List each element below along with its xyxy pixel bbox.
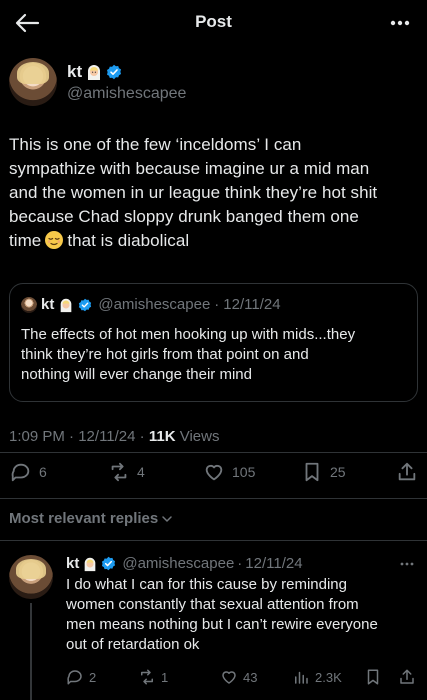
tweet-text-fragment: that is diabolical — [67, 231, 190, 250]
reply-repost-button[interactable]: 1 — [138, 668, 168, 686]
quoted-author-name: kt — [41, 296, 55, 313]
reply-button[interactable]: 6 — [10, 461, 47, 483]
reply-reply-count: 2 — [89, 669, 97, 685]
reply-header: kt @amishescapee · 12/11/24 — [66, 555, 303, 572]
verified-badge-icon — [106, 64, 122, 80]
heart-icon — [222, 671, 236, 684]
avatar — [21, 296, 37, 313]
reply-date[interactable]: 12/11/24 — [245, 555, 302, 572]
reply-repost-count: 1 — [161, 669, 169, 685]
reply-icon — [67, 670, 82, 685]
verified-badge-icon — [101, 556, 116, 571]
tweet-meta: 1:09 PM · 12/11/24 · 11K Views — [9, 428, 219, 445]
quoted-text-line: think they’re hot girls from that point … — [21, 346, 309, 363]
meta-separator: · — [69, 428, 75, 445]
divider — [0, 452, 427, 453]
bookmark-button[interactable]: 25 — [301, 461, 346, 483]
like-count: 105 — [232, 464, 256, 480]
like-button[interactable]: 105 — [203, 461, 255, 483]
quoted-handle: @amishescapee — [98, 296, 211, 313]
reply-text-line: out of retardation ok — [66, 636, 200, 653]
tweet-time[interactable]: 1:09 PM — [9, 428, 65, 445]
share-button[interactable] — [396, 461, 418, 483]
views-count: 11K — [148, 428, 176, 445]
quoted-text-line: nothing will ever change their mind — [21, 366, 252, 383]
tweet-actions: 6 4 105 25 — [0, 461, 427, 491]
reply-reply-button[interactable]: 2 — [66, 668, 96, 686]
quoted-tweet[interactable]: kt @amishescapee · 12/11/24 The effects … — [9, 283, 418, 402]
share-icon — [400, 669, 414, 684]
woman-with-veil-emoji-icon — [82, 556, 98, 572]
quoted-separator: · — [214, 296, 220, 313]
repost-button[interactable]: 4 — [108, 461, 145, 483]
bookmark-icon — [367, 669, 379, 685]
author-handle[interactable]: @amishescapee — [67, 85, 186, 103]
divider — [0, 498, 427, 499]
replies-sort-dropdown[interactable]: Most relevant replies — [9, 510, 173, 527]
repost-icon — [141, 669, 153, 685]
quoted-tweet-text: The effects of hot men hooking up with m… — [21, 325, 406, 385]
divider — [0, 540, 427, 541]
reply-share-button[interactable] — [398, 668, 416, 686]
chevron-down-icon — [162, 515, 172, 522]
views-label: Views — [179, 428, 220, 445]
reply-post[interactable]: kt @amishescapee · 12/11/24 I do what I … — [0, 543, 427, 700]
avatar[interactable] — [9, 555, 53, 599]
bookmark-icon — [305, 462, 319, 482]
reply-actions: 2 1 43 2.3K — [0, 668, 427, 690]
share-icon — [398, 462, 416, 481]
reply-text-line: women constantly that sexual attention f… — [66, 596, 359, 613]
meta-separator: · — [139, 428, 145, 445]
top-bar: Post — [0, 0, 427, 46]
reply-text: I do what I can for this cause by remind… — [66, 575, 416, 655]
reply-count: 6 — [39, 464, 47, 480]
reply-bookmark-button[interactable] — [364, 668, 382, 686]
quoted-date: 12/11/24 — [223, 296, 281, 313]
views-bar-chart-icon — [295, 671, 308, 684]
repost-count: 4 — [137, 464, 145, 480]
reply-views-button[interactable]: 2.3K — [292, 668, 342, 686]
reply-views-count: 2.3K — [315, 669, 342, 685]
more-options-icon[interactable] — [389, 14, 411, 32]
heart-icon — [205, 464, 223, 481]
reply-like-count: 43 — [243, 669, 258, 685]
reply-separator: · — [237, 555, 243, 572]
relieved-face-emoji-icon — [44, 230, 64, 250]
verified-badge-icon — [78, 298, 92, 312]
tweet-text-fragment: time — [9, 231, 42, 250]
tweet-text-line-last: time that is diabolical — [9, 229, 414, 253]
reply-text-line: I do what I can for this cause by remind… — [66, 576, 347, 593]
quoted-text-line: The effects of hot men hooking up with m… — [21, 326, 356, 343]
avatar[interactable] — [9, 58, 57, 106]
tweet-text-line: This is one of the few ‘inceldoms’ I can — [9, 135, 302, 154]
tweet-text-line: because Chad sloppy drunk banged them on… — [9, 207, 359, 226]
reply-handle[interactable]: @amishescapee — [122, 555, 234, 572]
woman-with-veil-emoji-icon — [58, 297, 74, 313]
page-title: Post — [195, 12, 232, 31]
woman-with-veil-emoji-icon — [85, 63, 103, 81]
tweet-author: kt @amishescapee — [9, 58, 409, 110]
reply-like-button[interactable]: 43 — [220, 668, 257, 686]
more-options-icon[interactable] — [399, 558, 415, 570]
bookmark-count: 25 — [330, 464, 346, 480]
tweet-text-line: sympathize with because imagine ur a mid… — [9, 159, 370, 178]
tweet-date[interactable]: 12/11/24 — [78, 428, 135, 445]
tweet-text-line: and the women in ur league think they’re… — [9, 183, 378, 202]
repost-icon — [111, 462, 127, 482]
reply-icon — [11, 463, 30, 482]
author-name-row: kt — [67, 62, 122, 82]
reply-author-name[interactable]: kt — [66, 555, 79, 572]
quoted-tweet-header: kt @amishescapee · 12/11/24 — [21, 296, 281, 313]
replies-sort-label: Most relevant replies — [9, 510, 159, 527]
tweet-text: This is one of the few ‘inceldoms’ I can… — [9, 133, 414, 253]
author-name[interactable]: kt — [67, 62, 82, 82]
reply-text-line: men means nothing but I can’t rewire eve… — [66, 616, 378, 633]
